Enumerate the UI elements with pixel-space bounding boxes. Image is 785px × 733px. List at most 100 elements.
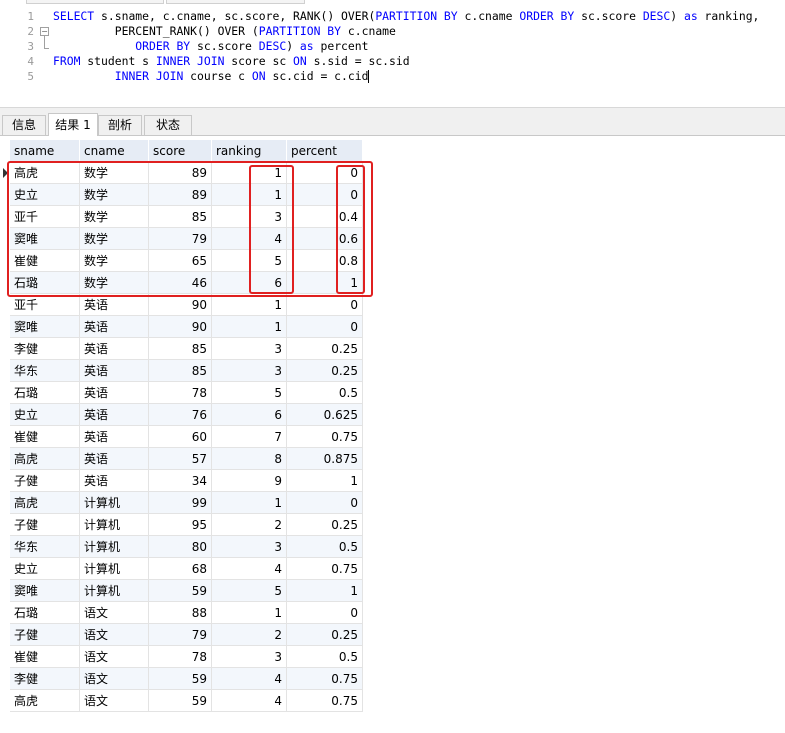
table-row[interactable]: 窦唯 英语 90 1 0 [10, 316, 363, 338]
column-header-sname[interactable]: sname [10, 140, 80, 162]
cell-percent[interactable]: 1 [287, 580, 363, 602]
cell-cname[interactable]: 英语 [80, 338, 149, 360]
cell-cname[interactable]: 计算机 [80, 492, 149, 514]
cell-percent[interactable]: 0.25 [287, 338, 363, 360]
cell-cname[interactable]: 计算机 [80, 514, 149, 536]
cell-ranking[interactable]: 2 [212, 624, 287, 646]
cell-score[interactable]: 78 [149, 646, 212, 668]
sql-editor[interactable]: 1 2 3 4 5 − SELECT s.sname, c.cname, sc.… [0, 4, 785, 107]
cell-ranking[interactable]: 1 [212, 602, 287, 624]
cell-percent[interactable]: 0.5 [287, 646, 363, 668]
cell-cname[interactable]: 语文 [80, 602, 149, 624]
cell-ranking[interactable]: 1 [212, 492, 287, 514]
cell-score[interactable]: 95 [149, 514, 212, 536]
cell-cname[interactable]: 英语 [80, 294, 149, 316]
cell-ranking[interactable]: 3 [212, 646, 287, 668]
column-header-score[interactable]: score [149, 140, 212, 162]
cell-sname[interactable]: 李健 [10, 338, 80, 360]
cell-cname[interactable]: 语文 [80, 624, 149, 646]
cell-percent[interactable]: 0.875 [287, 448, 363, 470]
cell-score[interactable]: 85 [149, 360, 212, 382]
cell-ranking[interactable]: 4 [212, 668, 287, 690]
cell-sname[interactable]: 亚千 [10, 294, 80, 316]
cell-cname[interactable]: 英语 [80, 360, 149, 382]
cell-sname[interactable]: 史立 [10, 558, 80, 580]
cell-cname[interactable]: 英语 [80, 316, 149, 338]
cell-percent[interactable]: 0 [287, 294, 363, 316]
cell-percent[interactable]: 0.75 [287, 426, 363, 448]
tab-result-1[interactable]: 结果 1 [48, 113, 98, 136]
cell-cname[interactable]: 计算机 [80, 536, 149, 558]
cell-cname[interactable]: 计算机 [80, 558, 149, 580]
cell-score[interactable]: 34 [149, 470, 212, 492]
cell-sname[interactable]: 华东 [10, 536, 80, 558]
column-header-cname[interactable]: cname [80, 140, 149, 162]
cell-percent[interactable]: 0.75 [287, 690, 363, 712]
cell-score[interactable]: 80 [149, 536, 212, 558]
cell-score[interactable]: 90 [149, 294, 212, 316]
cell-percent[interactable]: 0.625 [287, 404, 363, 426]
cell-ranking[interactable]: 2 [212, 514, 287, 536]
cell-sname[interactable]: 石璐 [10, 602, 80, 624]
table-row[interactable]: 华东 英语 85 3 0.25 [10, 360, 363, 382]
column-header-percent[interactable]: percent [287, 140, 363, 162]
cell-cname[interactable]: 语文 [80, 690, 149, 712]
cell-score[interactable]: 88 [149, 602, 212, 624]
cell-score[interactable]: 78 [149, 382, 212, 404]
code-line[interactable]: INNER JOIN course c ON sc.cid = c.cid [53, 69, 370, 84]
cell-score[interactable]: 68 [149, 558, 212, 580]
table-row[interactable]: 高虎 语文 59 4 0.75 [10, 690, 363, 712]
cell-percent[interactable]: 0 [287, 602, 363, 624]
code-line[interactable]: PERCENT_RANK() OVER (PARTITION BY c.cnam… [53, 24, 396, 39]
cell-sname[interactable]: 崔健 [10, 426, 80, 448]
cell-sname[interactable]: 崔健 [10, 646, 80, 668]
cell-sname[interactable]: 高虎 [10, 690, 80, 712]
tab-info[interactable]: 信息 [2, 115, 46, 135]
cell-sname[interactable]: 子健 [10, 624, 80, 646]
cell-ranking[interactable]: 1 [212, 316, 287, 338]
table-row[interactable]: 子健 语文 79 2 0.25 [10, 624, 363, 646]
tab-status[interactable]: 状态 [144, 115, 192, 135]
cell-sname[interactable]: 窦唯 [10, 580, 80, 602]
cell-score[interactable]: 76 [149, 404, 212, 426]
cell-ranking[interactable]: 1 [212, 294, 287, 316]
cell-percent[interactable]: 0.25 [287, 624, 363, 646]
cell-ranking[interactable]: 4 [212, 558, 287, 580]
code-line[interactable]: FROM student s INNER JOIN score sc ON s.… [53, 54, 410, 69]
cell-ranking[interactable]: 8 [212, 448, 287, 470]
cell-percent[interactable]: 0 [287, 316, 363, 338]
cell-sname[interactable]: 高虎 [10, 448, 80, 470]
cell-ranking[interactable]: 3 [212, 338, 287, 360]
cell-percent[interactable]: 0.75 [287, 558, 363, 580]
cell-cname[interactable]: 计算机 [80, 580, 149, 602]
cell-percent[interactable]: 0.5 [287, 382, 363, 404]
cell-sname[interactable]: 子健 [10, 470, 80, 492]
cell-cname[interactable]: 语文 [80, 646, 149, 668]
cell-ranking[interactable]: 5 [212, 580, 287, 602]
table-row[interactable]: 崔健 英语 60 7 0.75 [10, 426, 363, 448]
table-row[interactable]: 亚千 英语 90 1 0 [10, 294, 363, 316]
cell-score[interactable]: 85 [149, 338, 212, 360]
table-row[interactable]: 崔健 语文 78 3 0.5 [10, 646, 363, 668]
cell-cname[interactable]: 英语 [80, 426, 149, 448]
cell-sname[interactable]: 史立 [10, 404, 80, 426]
cell-percent[interactable]: 1 [287, 470, 363, 492]
cell-cname[interactable]: 英语 [80, 382, 149, 404]
cell-ranking[interactable]: 9 [212, 470, 287, 492]
cell-cname[interactable]: 英语 [80, 448, 149, 470]
table-row[interactable]: 高虎 计算机 99 1 0 [10, 492, 363, 514]
cell-sname[interactable]: 华东 [10, 360, 80, 382]
table-row[interactable]: 李健 英语 85 3 0.25 [10, 338, 363, 360]
cell-percent[interactable]: 0.5 [287, 536, 363, 558]
table-row[interactable]: 子健 英语 34 9 1 [10, 470, 363, 492]
cell-ranking[interactable]: 5 [212, 382, 287, 404]
cell-ranking[interactable]: 3 [212, 360, 287, 382]
table-row[interactable]: 石璐 语文 88 1 0 [10, 602, 363, 624]
cell-score[interactable]: 59 [149, 690, 212, 712]
table-row[interactable]: 李健 语文 59 4 0.75 [10, 668, 363, 690]
cell-score[interactable]: 57 [149, 448, 212, 470]
cell-percent[interactable]: 0.25 [287, 360, 363, 382]
cell-ranking[interactable]: 3 [212, 536, 287, 558]
cell-score[interactable]: 60 [149, 426, 212, 448]
table-row[interactable]: 华东 计算机 80 3 0.5 [10, 536, 363, 558]
